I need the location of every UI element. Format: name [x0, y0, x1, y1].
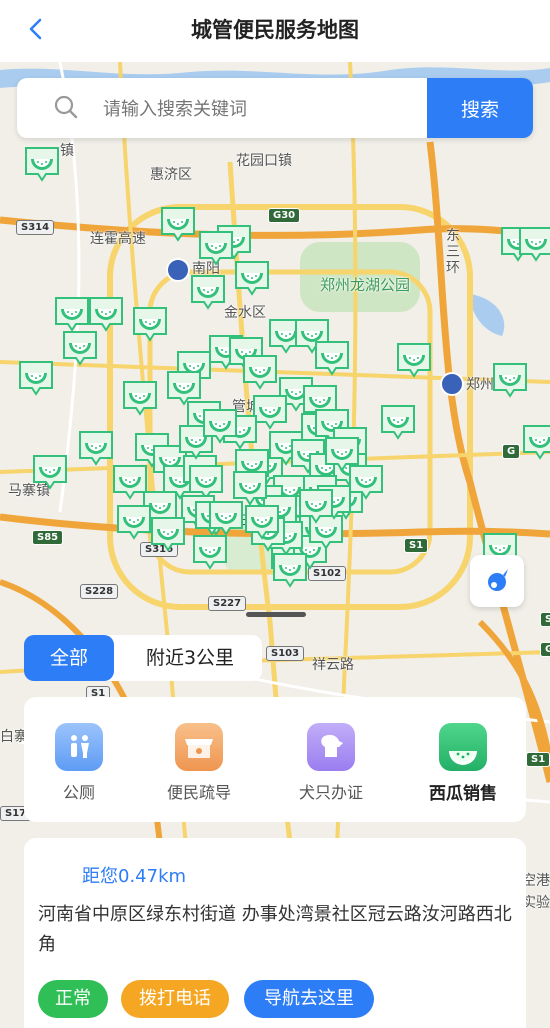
- road-shield: G: [540, 642, 550, 657]
- watermelon-map-pin[interactable]: [130, 304, 170, 344]
- road-shield: S: [540, 612, 550, 627]
- call-button[interactable]: 拨打电话: [121, 980, 229, 1018]
- watermelon-map-pin[interactable]: [232, 258, 272, 298]
- place-label: 镇: [60, 143, 74, 159]
- place-label: 实验: [522, 895, 550, 911]
- toilet-icon: [55, 723, 103, 771]
- status-badge: 正常: [38, 980, 108, 1018]
- place-label: 金水区: [224, 305, 266, 321]
- watermelon-map-pin[interactable]: [296, 486, 336, 526]
- road-shield: S1: [404, 538, 429, 553]
- watermelon-icon: [439, 723, 487, 771]
- road-shield: S314: [16, 220, 55, 235]
- road-shield: S85: [32, 530, 64, 545]
- watermelon-map-pin[interactable]: [196, 228, 236, 268]
- road-shield: S228: [80, 584, 119, 599]
- place-label: 连霍高速: [90, 231, 146, 247]
- watermelon-map-pin[interactable]: [394, 340, 434, 380]
- road-shield: S103: [266, 646, 305, 661]
- search-input[interactable]: [101, 92, 425, 126]
- place-label: 郑州龙湖公园: [320, 276, 411, 294]
- search-bar: 搜索: [17, 78, 533, 138]
- watermelon-map-pin[interactable]: [190, 532, 230, 572]
- vendor-stall-icon: [175, 723, 223, 771]
- watermelon-map-pin[interactable]: [242, 502, 282, 542]
- watermelon-map-pin[interactable]: [270, 550, 310, 590]
- category-label: 犬只办证: [298, 783, 363, 802]
- navigate-button[interactable]: 导航去这里: [244, 980, 374, 1018]
- compass-icon: [488, 569, 508, 591]
- distance-text: 距您0.47km: [82, 866, 187, 887]
- watermelon-map-pin[interactable]: [516, 224, 550, 264]
- watermelon-map-pin[interactable]: [120, 378, 160, 418]
- watermelon-map-pin[interactable]: [60, 328, 100, 368]
- filter-tabs: 全部 附近3公里: [24, 635, 262, 681]
- place-label: 花园口镇: [236, 153, 292, 169]
- watermelon-map-pin[interactable]: [22, 144, 62, 184]
- metro-station-icon: [440, 372, 464, 396]
- category-toilet[interactable]: 公厕: [24, 723, 134, 803]
- place-label: 空港: [522, 873, 550, 889]
- search-icon: [53, 94, 79, 120]
- category-dog[interactable]: 犬只办证: [276, 723, 386, 803]
- dog-icon: [307, 723, 355, 771]
- road-shield: S1: [526, 752, 550, 767]
- tab-all[interactable]: 全部: [24, 635, 114, 681]
- category-vendor[interactable]: 便民疏导: [144, 723, 254, 803]
- road-shield: G: [502, 444, 521, 459]
- watermelon-map-pin[interactable]: [188, 272, 228, 312]
- category-label: 便民疏导: [166, 783, 231, 802]
- location-card: 距您0.47km 河南省中原区绿东村街道 办事处湾景社区冠云路汝河路西北角 正常…: [24, 838, 526, 1028]
- category-watermelon[interactable]: 西瓜销售: [408, 723, 518, 804]
- category-label: 西瓜销售: [429, 784, 497, 804]
- category-panel: 公厕 便民疏导 犬只办证 西瓜销售: [24, 697, 526, 822]
- place-label: 祥云路: [312, 657, 354, 673]
- watermelon-map-pin[interactable]: [520, 422, 550, 462]
- watermelon-map-pin[interactable]: [16, 358, 56, 398]
- watermelon-map-pin[interactable]: [158, 204, 198, 244]
- category-label: 公厕: [62, 783, 95, 802]
- road-shield: S227: [208, 596, 247, 611]
- watermelon-map-pin[interactable]: [312, 338, 352, 378]
- watermelon-map-pin[interactable]: [240, 352, 280, 392]
- watermelon-map-pin[interactable]: [30, 452, 70, 492]
- watermelon-map-pin[interactable]: [490, 360, 530, 400]
- app-header: 城管便民服务地图: [0, 0, 550, 62]
- road-shield: G30: [268, 208, 301, 223]
- watermelon-map-pin[interactable]: [378, 402, 418, 442]
- search-button[interactable]: 搜索: [427, 78, 533, 138]
- metro-station-icon: [166, 258, 190, 282]
- place-label: 惠济区: [150, 167, 192, 183]
- watermelon-map-pin[interactable]: [148, 514, 188, 554]
- address-text: 河南省中原区绿东村街道 办事处湾景社区冠云路汝河路西北角: [38, 904, 512, 955]
- page-title: 城管便民服务地图: [191, 18, 359, 42]
- drawer-handle[interactable]: [246, 612, 306, 617]
- place-label: 东三环: [446, 228, 460, 276]
- watermelon-map-pin[interactable]: [200, 406, 240, 446]
- tab-nearby[interactable]: 附近3公里: [120, 635, 260, 681]
- locate-button[interactable]: [470, 555, 524, 607]
